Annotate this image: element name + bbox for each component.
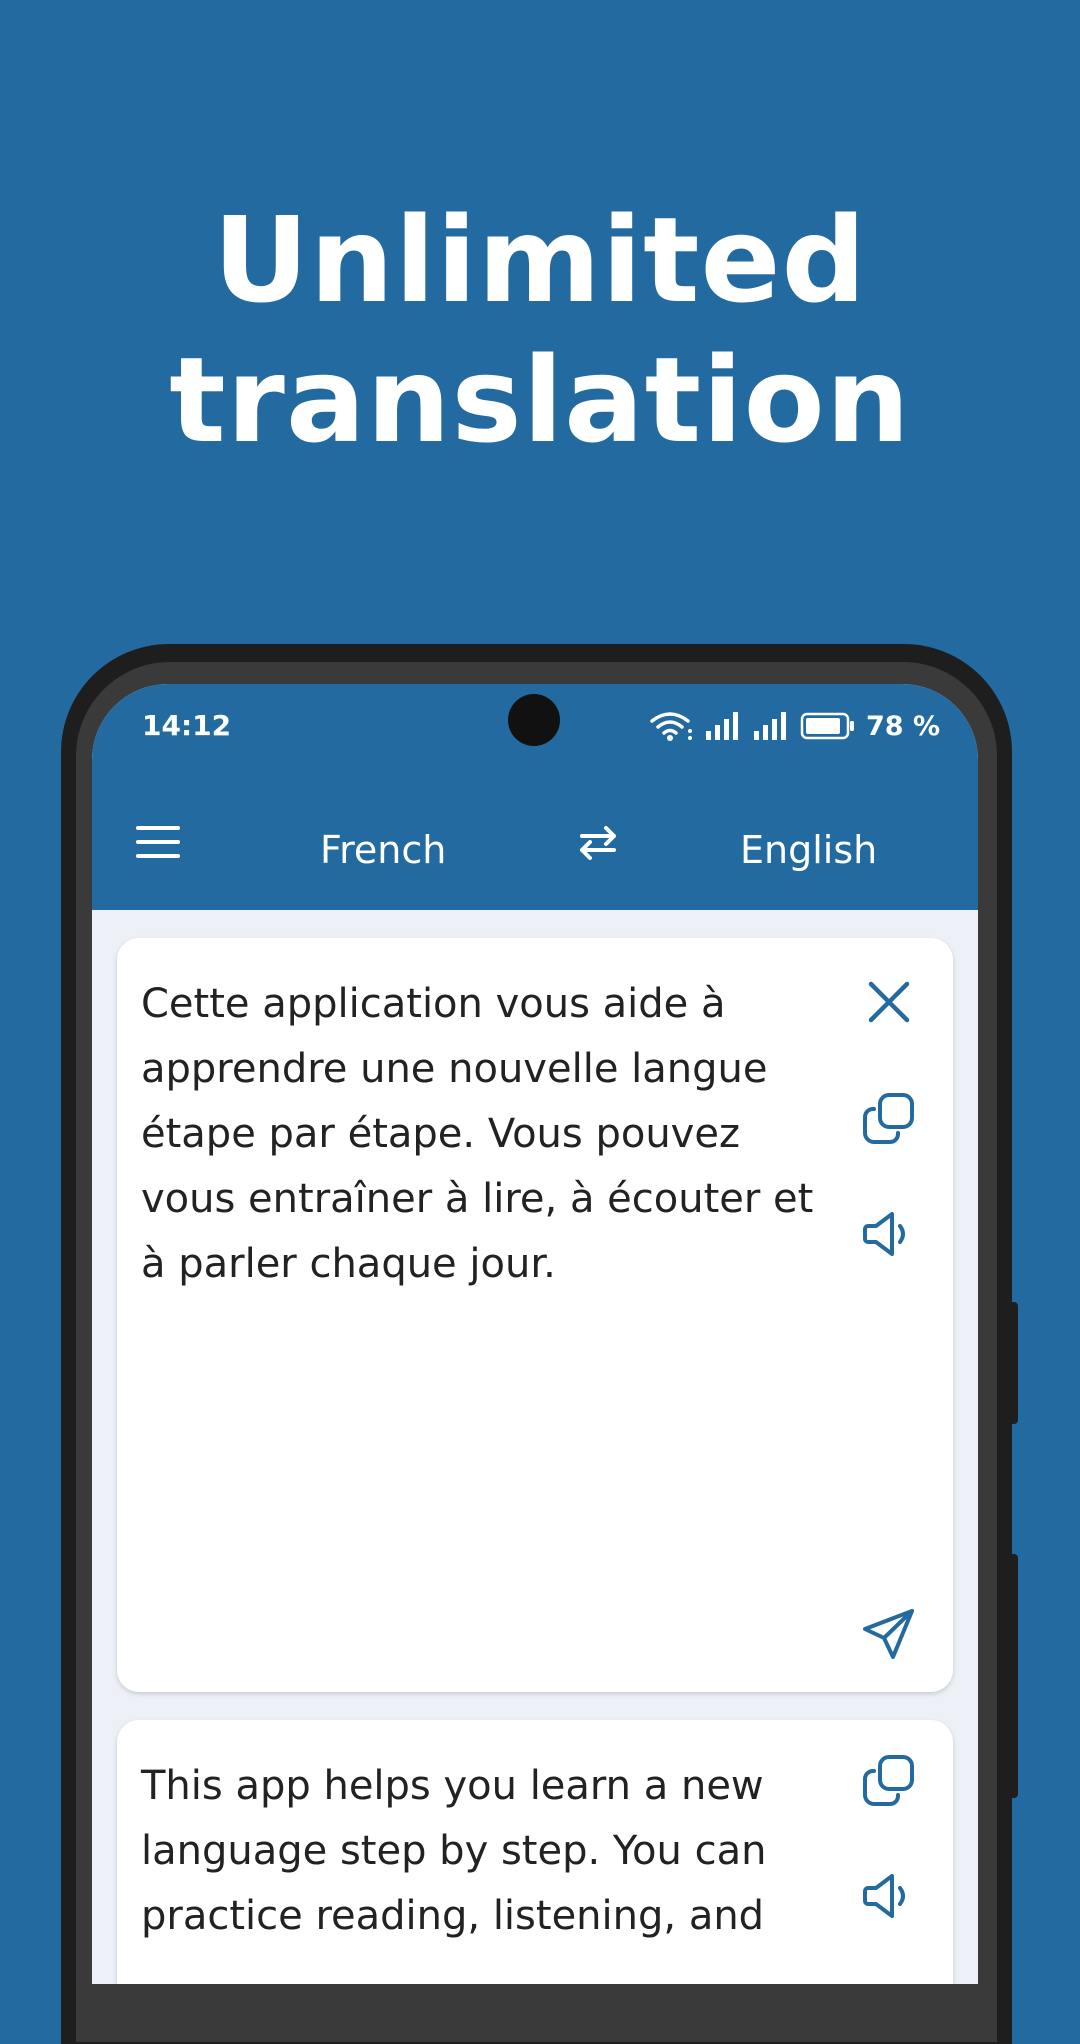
headline-line-1: Unlimited xyxy=(212,191,868,329)
source-language-button[interactable]: French xyxy=(320,822,446,878)
translation-card: This app helps you learn a new language … xyxy=(117,1720,953,1984)
battery-level: 78 % xyxy=(866,710,941,742)
send-icon xyxy=(863,1609,914,1659)
copy-icon xyxy=(863,1093,914,1144)
wifi-icon xyxy=(650,712,692,741)
promo-headline: Unlimited translation xyxy=(0,190,1080,470)
signal-icon xyxy=(754,712,786,740)
translate-send-button[interactable] xyxy=(857,1602,921,1666)
clear-button[interactable] xyxy=(857,970,921,1034)
speak-source-button[interactable] xyxy=(857,1202,921,1266)
target-language-button[interactable]: English xyxy=(740,822,877,878)
phone-side-button xyxy=(1010,1302,1018,1424)
close-icon xyxy=(868,981,910,1023)
source-text-input[interactable]: Cette application vous aide à apprendre … xyxy=(141,972,841,1297)
phone-side-button xyxy=(1010,1554,1018,1798)
copy-source-button[interactable] xyxy=(857,1086,921,1150)
speaker-icon xyxy=(863,1874,905,1918)
app-toolbar: 14:12 78 % French English xyxy=(92,684,978,910)
status-icons: 78 % xyxy=(650,704,940,748)
battery-icon xyxy=(800,712,854,740)
source-text-card: Cette application vous aide à apprendre … xyxy=(117,938,953,1692)
phone-screen: 14:12 78 % French English Cette applicat… xyxy=(92,684,978,1984)
swap-languages-button[interactable] xyxy=(574,822,622,866)
menu-button[interactable] xyxy=(132,820,186,864)
speaker-icon xyxy=(863,1212,905,1256)
copy-translation-button[interactable] xyxy=(857,1748,921,1812)
copy-icon xyxy=(863,1755,914,1806)
swap-arrows-icon xyxy=(580,826,616,860)
signal-icon xyxy=(706,712,738,740)
front-camera xyxy=(508,694,560,746)
headline-line-2: translation xyxy=(169,331,911,469)
hamburger-menu-icon xyxy=(136,826,180,858)
status-time: 14:12 xyxy=(142,709,232,742)
speak-translation-button[interactable] xyxy=(857,1864,921,1928)
